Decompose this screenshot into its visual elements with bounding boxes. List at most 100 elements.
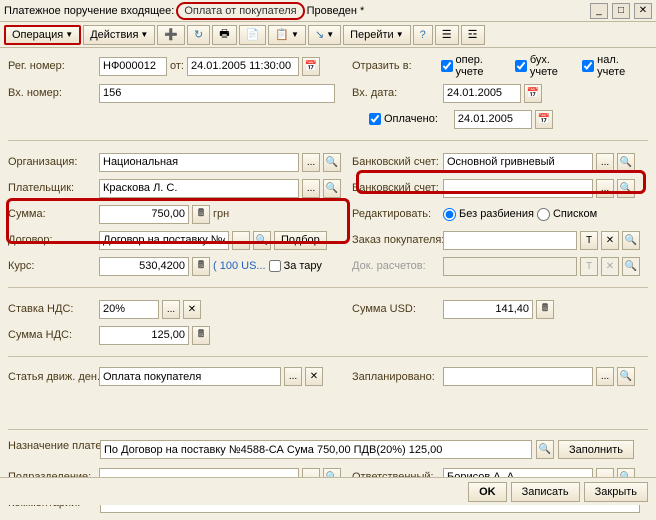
tb-list2-icon[interactable]: ☲: [461, 25, 485, 45]
org-search-icon[interactable]: 🔍: [323, 153, 341, 172]
tb-doc2-icon[interactable]: 📋▼: [268, 25, 306, 45]
sum-input[interactable]: [99, 205, 189, 224]
doc-clear-button: ✕: [601, 257, 619, 276]
in-no-label: Вх. номер:: [8, 87, 96, 99]
bank2-input[interactable]: [443, 179, 593, 198]
calc-icon-4[interactable]: 🖩: [192, 326, 210, 345]
vat-sum-label: Сумма НДС:: [8, 329, 96, 341]
vat-clear-button[interactable]: ✕: [183, 300, 201, 319]
payer-select-button[interactable]: [302, 179, 320, 198]
form-body: Рег. номер: от: 📅 Отразить в: опер. учет…: [0, 48, 656, 520]
podbor-button[interactable]: Подбор: [274, 231, 327, 250]
doc-search-icon: 🔍: [622, 257, 640, 276]
doc-calc-input: [443, 257, 577, 276]
bank2-select-button[interactable]: [596, 179, 614, 198]
in-no-input[interactable]: [99, 84, 335, 103]
order-input[interactable]: [443, 231, 577, 250]
payer-input[interactable]: [99, 179, 299, 198]
operation-dropdown[interactable]: Операция▼: [4, 25, 81, 45]
close-form-button[interactable]: Закрыть: [584, 482, 648, 502]
tb-refresh-icon[interactable]: ↻: [187, 25, 210, 45]
buh-acc-check[interactable]: бух. учете: [515, 54, 579, 78]
ok-button[interactable]: OK: [468, 482, 507, 502]
payer-search-icon[interactable]: 🔍: [323, 179, 341, 198]
tb-arrow-icon[interactable]: ↘▼: [308, 25, 341, 45]
order-label: Заказ покупателя:: [352, 234, 440, 246]
purpose-input[interactable]: [100, 440, 532, 459]
fill-button[interactable]: Заполнить: [558, 440, 634, 459]
planned-input[interactable]: [443, 367, 593, 386]
org-input[interactable]: [99, 153, 299, 172]
calc-icon[interactable]: 🖩: [192, 205, 210, 224]
calendar-icon[interactable]: 📅: [302, 57, 320, 76]
bottom-bar: OK Записать Закрыть: [0, 477, 656, 505]
tb-icon-1[interactable]: ➕: [157, 25, 185, 45]
paid-date-input[interactable]: [454, 110, 532, 129]
contract-search-icon[interactable]: 🔍: [253, 231, 271, 250]
sum-usd-label: Сумма USD:: [352, 303, 440, 315]
bank1-input[interactable]: [443, 153, 593, 172]
goto-dropdown[interactable]: Перейти▼: [343, 25, 411, 45]
article-clear-button[interactable]: ✕: [305, 367, 323, 386]
reg-no-input[interactable]: [99, 57, 167, 76]
article-input[interactable]: [99, 367, 281, 386]
currency-label: грн: [213, 208, 229, 220]
tb-print-icon[interactable]: 🖶: [212, 25, 236, 45]
calendar-icon-3[interactable]: 📅: [535, 110, 553, 129]
rate-input[interactable]: [99, 257, 189, 276]
save-button[interactable]: Записать: [511, 482, 580, 502]
order-search-icon[interactable]: 🔍: [622, 231, 640, 250]
za-taru-check[interactable]: За тару: [269, 260, 322, 272]
org-label: Организация:: [8, 156, 96, 168]
contract-input[interactable]: [99, 231, 229, 250]
sum-label: Сумма:: [8, 208, 96, 220]
title-highlight: Оплата от покупателя: [176, 2, 304, 20]
planned-select-button[interactable]: [596, 367, 614, 386]
paid-check[interactable]: Оплачено:: [369, 113, 438, 125]
no-split-radio[interactable]: Без разбиения: [443, 208, 534, 221]
sum-usd-input[interactable]: [443, 300, 533, 319]
purpose-search-icon[interactable]: 🔍: [536, 440, 554, 459]
tb-doc1-icon[interactable]: 📄: [239, 25, 267, 45]
contract-select-button[interactable]: [232, 231, 250, 250]
title-part2: Проведен *: [307, 5, 365, 17]
ot-label: от:: [170, 60, 184, 72]
article-select-button[interactable]: [284, 367, 302, 386]
reg-no-label: Рег. номер:: [8, 60, 96, 72]
in-date-input[interactable]: [443, 84, 521, 103]
contract-label: Договор:: [8, 234, 96, 246]
calendar-icon-2[interactable]: 📅: [524, 84, 542, 103]
bank2-search-icon[interactable]: 🔍: [617, 179, 635, 198]
reg-date-input[interactable]: [187, 57, 299, 76]
order-clear-button[interactable]: ✕: [601, 231, 619, 250]
vat-sum-input[interactable]: [99, 326, 189, 345]
vat-select-button[interactable]: [162, 300, 180, 319]
bank1-select-button[interactable]: [596, 153, 614, 172]
rate-label: Курс:: [8, 260, 96, 272]
vat-rate-input[interactable]: [99, 300, 159, 319]
oper-acc-check[interactable]: опер. учете: [441, 54, 512, 78]
close-button[interactable]: ✕: [634, 3, 652, 19]
toolbar: Операция▼ Действия▼ ➕ ↻ 🖶 📄 📋▼ ↘▼ Перейт…: [0, 22, 656, 48]
planned-search-icon[interactable]: 🔍: [617, 367, 635, 386]
maximize-button[interactable]: □: [612, 3, 630, 19]
calc-icon-2[interactable]: 🖩: [192, 257, 210, 276]
title-part1: Платежное поручение входящее:: [4, 5, 174, 17]
nal-acc-check[interactable]: нал. учете: [582, 54, 648, 78]
tb-list1-icon[interactable]: ☰: [435, 25, 459, 45]
bank1-search-icon[interactable]: 🔍: [617, 153, 635, 172]
calc-icon-3[interactable]: 🖩: [536, 300, 554, 319]
order-t-button[interactable]: T: [580, 231, 598, 250]
vat-rate-label: Ставка НДС:: [8, 303, 96, 315]
edit-label: Редактировать:: [352, 208, 440, 220]
list-radio[interactable]: Списком: [537, 208, 597, 221]
bank2-label: Банковский счет:: [352, 182, 440, 194]
article-label: Статья движ. ден. средств:: [8, 371, 96, 383]
planned-label: Запланировано:: [352, 371, 440, 383]
org-select-button[interactable]: [302, 153, 320, 172]
titlebar: Платежное поручение входящее: Оплата от …: [0, 0, 656, 22]
minimize-button[interactable]: _: [590, 3, 608, 19]
tb-help-icon[interactable]: ?: [413, 25, 433, 45]
actions-dropdown[interactable]: Действия▼: [83, 25, 155, 45]
in-date-label: Вх. дата:: [352, 87, 440, 99]
